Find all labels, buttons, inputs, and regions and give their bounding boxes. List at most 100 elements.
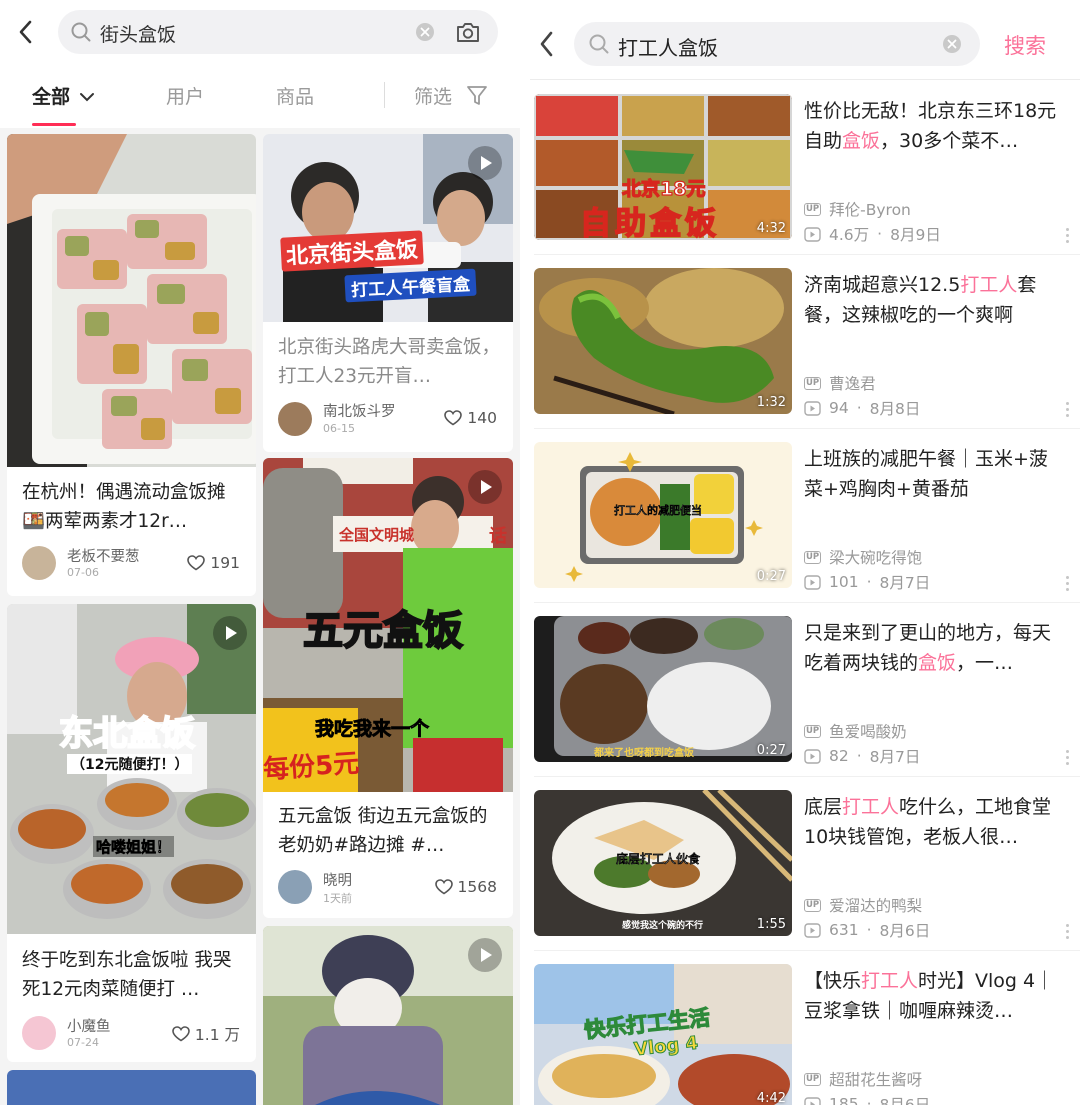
thumbnail-caption: 打工人的减肥便当 (614, 504, 702, 517)
video-duration: 4:42 (756, 1091, 786, 1105)
chevron-down-icon (79, 93, 94, 102)
like-button[interactable]: 1568 (434, 878, 497, 896)
search-icon (589, 34, 609, 54)
uploader[interactable]: UP 超甜花生酱呀 (804, 1068, 922, 1090)
upload-date: 8月9日 (890, 226, 941, 244)
video-title: 上班族的减肥午餐｜玉米+菠菜+鸡胸肉+黄番茄 (804, 448, 1048, 500)
video-title: 性价比无敌！北京东三环18元自助盒饭，30多个菜不… (804, 100, 1057, 152)
camera-icon[interactable] (455, 20, 481, 44)
separator-dot: · (866, 1095, 872, 1105)
upload-date: 8月6日 (879, 1096, 931, 1105)
note-title: 终于吃到东北盒饭啦 我哭死12元肉菜随便打 … (22, 950, 232, 1000)
active-tab-indicator (32, 123, 76, 126)
video-item[interactable]: 1:32 济南城超意兴12.5打工人套餐，这辣椒吃的一个爽啊 UP 曹逸君 94 ·… (534, 256, 1080, 432)
author-name[interactable]: 晓明 (323, 869, 352, 890)
video-stats: 82 · 8月7日 (804, 745, 920, 767)
note-card[interactable]: 在杭州！偶遇流动盒饭摊🍱两荤两素才12r… 老板不要葱 07-06 191 (7, 134, 256, 596)
video-item[interactable]: 打工人的减肥便当 0:27 上班族的减肥午餐｜玉米+菠菜+鸡胸肉+黄番茄 UP 梁… (534, 430, 1080, 606)
tab-filter[interactable]: 筛选 (414, 82, 452, 109)
video-title: 济南城超意兴12.5打工人套餐，这辣椒吃的一个爽啊 (804, 274, 1037, 326)
author-name[interactable]: 小魔鱼 (67, 1015, 111, 1036)
uploader[interactable]: UP 鱼爱喝酸奶 (804, 720, 907, 742)
back-button[interactable] (14, 18, 40, 46)
play-count-icon (804, 922, 821, 938)
note-card[interactable]: 东北盒饭 （12元随便打！） 哈喽姐姐！ 终于吃到东北盒饭啦 我哭死12元肉菜随… (7, 604, 256, 1062)
play-icon (468, 938, 502, 972)
more-options-icon[interactable] (1066, 402, 1070, 420)
view-count: 82 (829, 747, 849, 765)
up-icon: UP (804, 202, 822, 216)
note-cover-image: 全国文明城 话 五元盒饭 我吃我来一个 每份5元 (263, 458, 513, 792)
more-options-icon[interactable] (1066, 576, 1070, 594)
post-date: 07-24 (67, 1036, 99, 1049)
search-input[interactable]: 打工人盒饭 (618, 32, 718, 61)
up-icon: UP (804, 550, 822, 564)
note-card[interactable]: 全国文明城 话 五元盒饭 我吃我来一个 每份5元 五元盒饭 街边五元盒饭的老奶奶… (263, 458, 513, 918)
row-divider (534, 776, 1080, 777)
uploader[interactable]: UP 拜伦-Byron (804, 198, 911, 220)
uploader[interactable]: UP 爱溜达的鸭梨 (804, 894, 922, 916)
video-item[interactable]: 都来了也呀都到吃盒饭 0:27 只是来到了更山的地方，每天吃着两块钱的盒饭，一…… (534, 604, 1080, 780)
row-divider (534, 602, 1080, 603)
cover-caption: 全国文明城 (339, 526, 415, 544)
play-count-icon (804, 400, 821, 416)
view-count: 631 (829, 921, 859, 939)
heart-icon (187, 555, 206, 571)
video-title: 【快乐打工人时光】Vlog 4｜豆浆拿铁｜咖喱麻辣烫… (804, 970, 1055, 1022)
note-card[interactable] (7, 1070, 256, 1105)
row-divider (534, 950, 1080, 951)
video-stats: 4.6万 · 8月9日 (804, 223, 941, 245)
play-icon (468, 470, 502, 504)
search-header: 街头盒饭 全部 用户 商品 筛选 (0, 0, 520, 128)
video-search-results: 打工人盒饭 搜索 北京18元 自助盒饭 4:32 性价比无敌！北京东三环18元自… (520, 0, 1080, 1105)
play-count-icon (804, 226, 821, 242)
video-duration: 1:32 (756, 395, 786, 410)
post-date: 06-15 (323, 422, 355, 435)
separator-dot: · (856, 399, 862, 417)
more-options-icon[interactable] (1066, 924, 1070, 942)
chevron-left-icon (540, 31, 553, 57)
like-button[interactable]: 191 (187, 554, 240, 572)
tab-products[interactable]: 商品 (276, 82, 314, 109)
note-title: 五元盒饭 街边五元盒饭的老奶奶#路边摊 #… (278, 806, 488, 856)
cover-caption: 五元盒饭 (302, 607, 464, 655)
clear-icon[interactable] (415, 22, 435, 42)
search-button[interactable]: 搜索 (1004, 30, 1046, 60)
search-box[interactable]: 打工人盒饭 (574, 22, 980, 66)
tab-users[interactable]: 用户 (166, 82, 204, 109)
thumbnail-caption: 自助盒饭 (579, 205, 720, 240)
back-button[interactable] (536, 30, 558, 62)
clear-icon[interactable] (942, 34, 962, 54)
search-box[interactable]: 街头盒饭 (58, 10, 498, 54)
like-count: 1568 (457, 878, 497, 896)
separator-dot: · (866, 921, 872, 939)
author-name[interactable]: 南北饭斗罗 (323, 400, 396, 421)
author-name[interactable]: 老板不要葱 (67, 545, 140, 566)
uploader-name: 超甜花生酱呀 (829, 1071, 923, 1089)
upload-date: 8月7日 (879, 574, 931, 592)
view-count: 4.6万 (829, 226, 870, 244)
search-input[interactable]: 街头盒饭 (100, 20, 176, 47)
post-date: 1天前 (323, 892, 352, 905)
like-count: 1.1 万 (194, 1026, 240, 1044)
cover-caption: 哈喽姐姐！ (93, 836, 175, 857)
note-card[interactable]: 北京街头盒饭 打工人午餐盲盒 北京街头路虎大哥卖盒饭，打工人23元开盲… 南北饭… (263, 134, 513, 452)
note-card[interactable] (263, 926, 513, 1105)
video-item[interactable]: 快乐打工生活 Vlog 4 4:42 【快乐打工人时光】Vlog 4｜豆浆拿铁｜… (534, 952, 1080, 1105)
note-cover-image (263, 926, 513, 1105)
note-cover-image (7, 1070, 256, 1105)
video-item[interactable]: 底层打工人伙食 感觉我这个碗的不行 1:55 底层打工人吃什么，工地食堂10块钱… (534, 778, 1080, 954)
thumbnail-caption: 北京18元 (621, 177, 706, 200)
play-icon (468, 146, 502, 180)
like-button[interactable]: 1.1 万 (172, 1023, 240, 1045)
more-options-icon[interactable] (1066, 750, 1070, 768)
like-button[interactable]: 140 (444, 409, 497, 427)
filter-icon[interactable] (466, 84, 488, 108)
uploader[interactable]: UP 梁大碗吃得饱 (804, 546, 922, 568)
more-options-icon[interactable] (1066, 228, 1070, 246)
tab-all[interactable]: 全部 (32, 82, 95, 109)
video-thumbnail: 北京18元 自助盒饭 4:32 (534, 94, 792, 240)
video-item[interactable]: 北京18元 自助盒饭 4:32 性价比无敌！北京东三环18元自助盒饭，30多个菜… (534, 82, 1080, 258)
uploader[interactable]: UP 曹逸君 (804, 372, 876, 394)
cover-caption: 话 (489, 526, 507, 547)
